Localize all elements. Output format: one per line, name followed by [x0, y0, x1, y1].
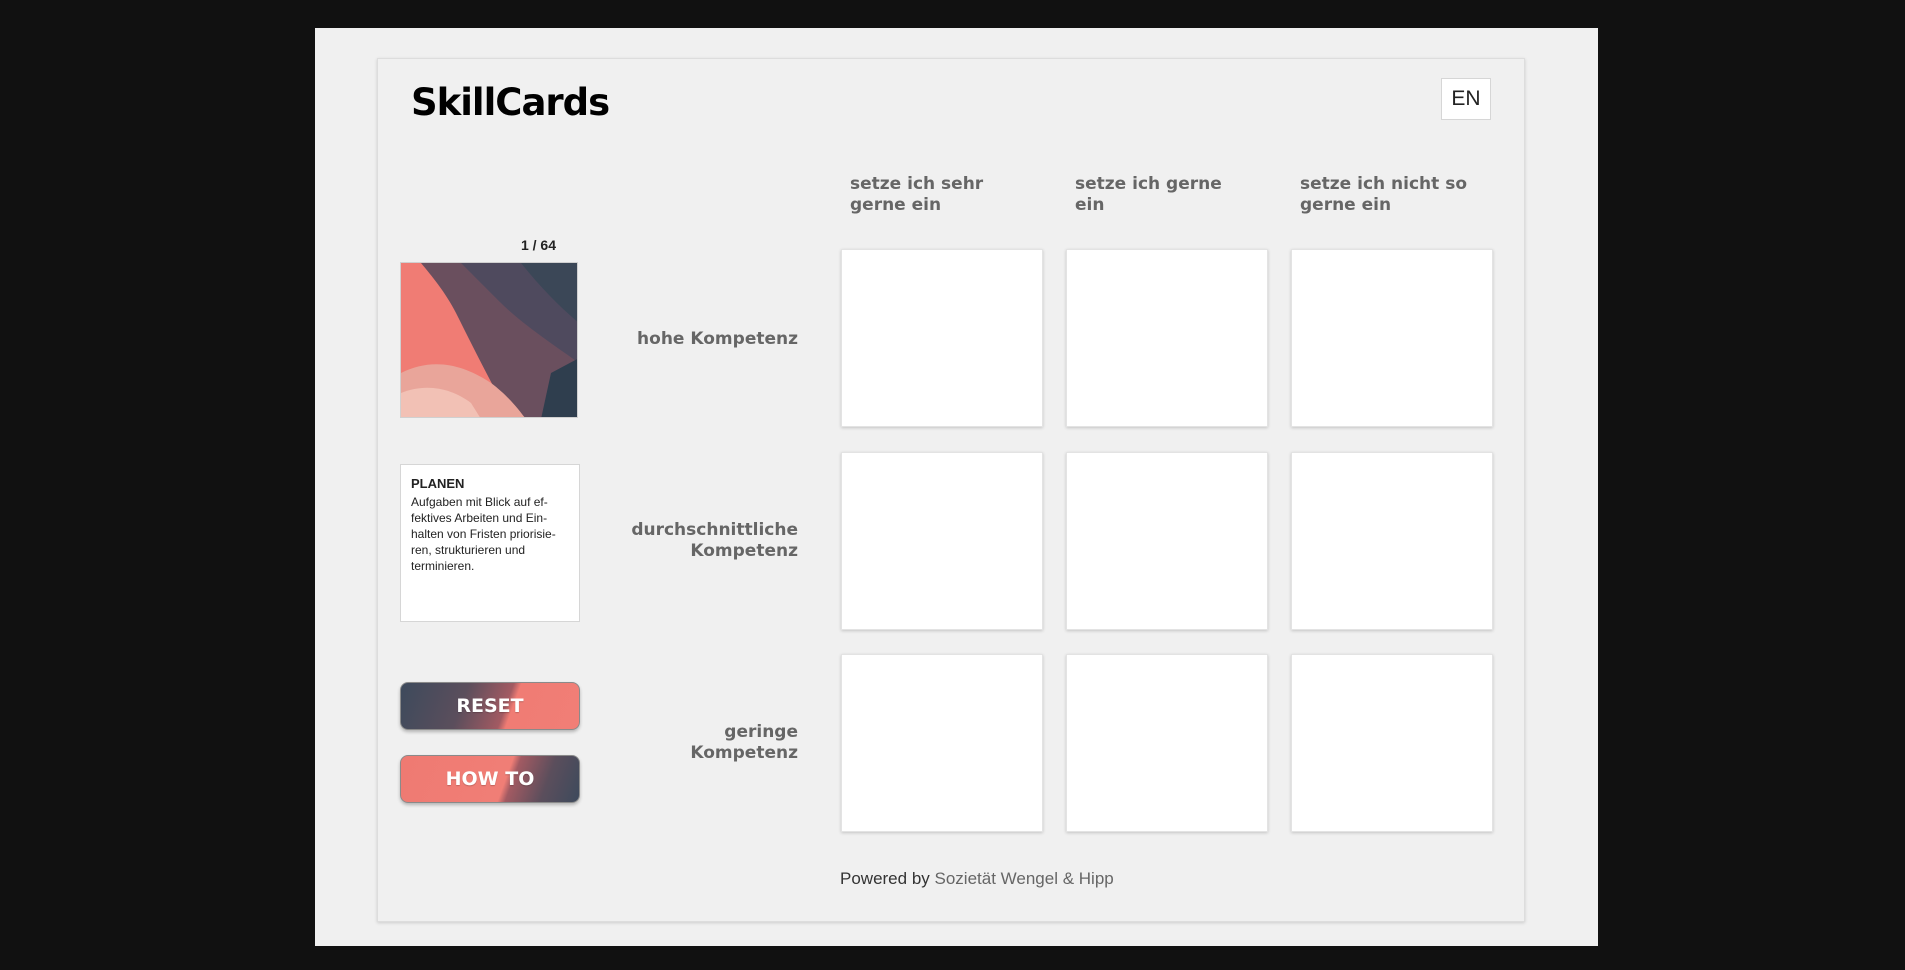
drop-slot-high-gladly[interactable]: [1066, 249, 1268, 427]
drop-slot-high-not-so-gladly[interactable]: [1291, 249, 1493, 427]
drop-slot-average-not-so-gladly[interactable]: [1291, 452, 1493, 630]
current-card-image[interactable]: [400, 262, 578, 418]
column-header-gladly: setze ich gerne ein: [1075, 174, 1222, 215]
drop-slot-low-gladly[interactable]: [1066, 654, 1268, 832]
app-viewport: SkillCards EN setze ich sehr gerne ein s…: [315, 28, 1598, 946]
reset-button[interactable]: RESET: [400, 682, 580, 730]
card-title: PLANEN: [411, 476, 465, 491]
column-header-very-gladly: setze ich sehr gerne ein: [850, 174, 984, 215]
footer-company-link[interactable]: Sozietät Wengel & Hipp: [935, 869, 1114, 888]
drop-slot-low-very-gladly[interactable]: [841, 654, 1043, 832]
column-header-not-so-gladly: setze ich nicht so gerne ein: [1300, 174, 1467, 215]
howto-button-label: HOW TO: [445, 768, 535, 790]
footer-prefix: Powered by: [840, 869, 935, 888]
row-label-low-competence: geringe Kompetenz: [690, 722, 798, 763]
card-description: Aufgaben mit Blick auf ef-fektives Arbei…: [411, 495, 556, 573]
drop-slot-average-gladly[interactable]: [1066, 452, 1268, 630]
drop-slot-low-not-so-gladly[interactable]: [1291, 654, 1493, 832]
main-panel: SkillCards EN setze ich sehr gerne ein s…: [377, 58, 1525, 922]
language-toggle-button[interactable]: EN: [1441, 78, 1491, 120]
card-abstract-artwork: [401, 263, 577, 417]
howto-button[interactable]: HOW TO: [400, 755, 580, 803]
app-logo: SkillCards: [411, 81, 610, 124]
reset-button-label: RESET: [456, 695, 524, 717]
row-label-high-competence: hohe Kompetenz: [637, 329, 798, 349]
drop-slot-average-very-gladly[interactable]: [841, 452, 1043, 630]
row-label-average-competence: durchschnittliche Kompetenz: [631, 520, 798, 561]
drop-slot-high-very-gladly[interactable]: [841, 249, 1043, 427]
footer: Powered by Sozietät Wengel & Hipp: [840, 869, 1114, 889]
current-card-text[interactable]: PLANEN Aufgaben mit Blick auf ef-fektive…: [400, 464, 580, 622]
card-counter: 1 / 64: [520, 237, 556, 253]
